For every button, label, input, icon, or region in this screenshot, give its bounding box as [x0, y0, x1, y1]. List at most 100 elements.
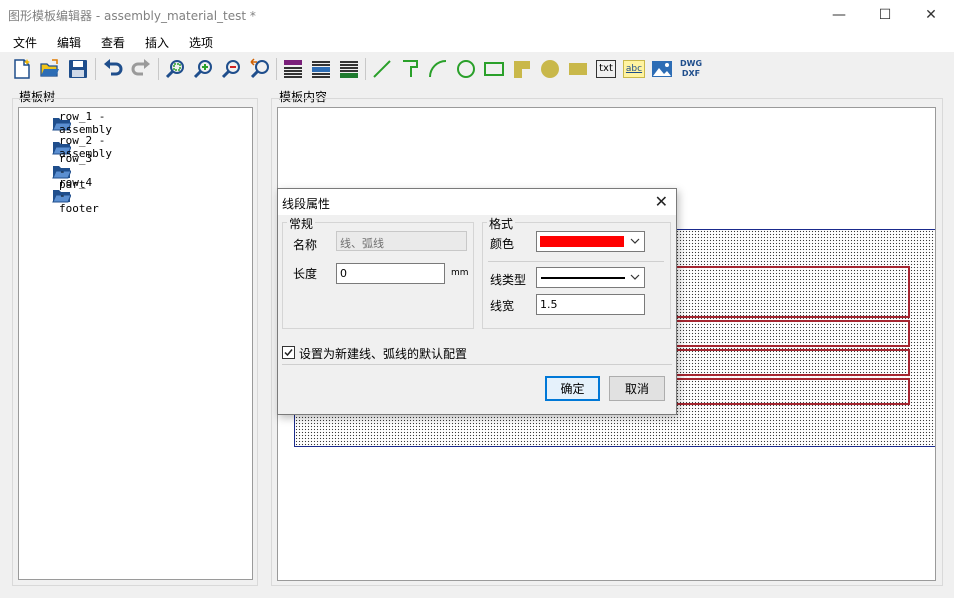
menu-view[interactable]: 查看	[101, 34, 125, 51]
new-file-button[interactable]	[10, 57, 34, 81]
menu-options[interactable]: 选项	[189, 34, 213, 51]
dxf-label: DXF	[681, 69, 701, 78]
linewidth-label: 线宽	[490, 299, 515, 313]
window-title: 图形模板编辑器 - assembly_material_test *	[8, 9, 256, 23]
rectangle-icon	[484, 62, 504, 76]
line-properties-dialog: 线段属性 ✕ 常规 名称 线、弧线 长度 0 mm 格式 颜色 线类型 线宽 1…	[277, 188, 677, 415]
filled-circle-icon	[541, 60, 559, 78]
redo-button[interactable]	[129, 57, 153, 81]
tree-item[interactable]: row_1 - assembly	[52, 110, 112, 136]
insert-image-button[interactable]	[650, 57, 674, 81]
template-tree[interactable]: row_1 - assembly row_2 - assembly row_3 …	[18, 107, 253, 580]
undo-icon	[104, 59, 123, 76]
open-file-button[interactable]	[38, 57, 62, 81]
chevron-down-icon	[630, 274, 640, 280]
import-dwg-dxf-button[interactable]: DWG DXF	[678, 57, 704, 81]
draw-filled-polygon-button[interactable]	[510, 57, 534, 81]
text-icon: txt	[596, 60, 616, 78]
maximize-button[interactable]: ☐	[862, 0, 908, 30]
general-group-title: 常规	[287, 215, 316, 232]
format-group-title: 格式	[487, 215, 516, 232]
color-label: 颜色	[490, 237, 515, 251]
length-label: 长度	[293, 267, 318, 281]
arc-icon	[429, 60, 447, 78]
row-3-box[interactable]	[670, 349, 910, 376]
color-swatch	[540, 236, 624, 247]
insert-footer-row-button[interactable]	[337, 57, 361, 81]
dialog-title-bar: 线段属性 ✕	[278, 189, 676, 215]
row-1-box[interactable]	[670, 266, 910, 318]
ok-button[interactable]: 确定	[545, 376, 600, 401]
insert-attribute-text-button[interactable]: abc	[622, 57, 646, 81]
row-4-box[interactable]	[670, 378, 910, 405]
tree-item[interactable]: row_4 - footer	[52, 176, 99, 215]
draw-circle-button[interactable]	[454, 57, 478, 81]
zoom-in-button[interactable]	[192, 57, 216, 81]
zoom-out-button[interactable]	[220, 57, 244, 81]
toolbar-separator	[158, 58, 159, 80]
dialog-title: 线段属性	[282, 197, 331, 211]
draw-filled-rectangle-button[interactable]	[566, 57, 590, 81]
name-field: 线、弧线	[336, 231, 467, 251]
zoom-fit-button[interactable]	[164, 57, 188, 81]
linewidth-field[interactable]: 1.5	[536, 294, 645, 315]
menu-file[interactable]: 文件	[13, 34, 37, 51]
save-icon	[69, 60, 87, 78]
insert-text-button[interactable]: txt	[594, 57, 618, 81]
chevron-down-icon	[630, 238, 640, 244]
toolbar-separator	[365, 58, 366, 80]
close-window-button[interactable]: ✕	[908, 0, 954, 30]
linetype-select[interactable]	[536, 267, 645, 288]
toolbar: txt abc DWG DXF	[0, 52, 954, 86]
new-file-icon	[14, 59, 30, 79]
toolbar-separator	[276, 58, 277, 80]
checkmark-icon	[284, 349, 293, 357]
draw-filled-circle-button[interactable]	[538, 57, 562, 81]
format-divider	[488, 261, 664, 262]
row-2-box[interactable]	[670, 320, 910, 347]
save-button[interactable]	[66, 57, 90, 81]
tree-item-label: row_1 - assembly	[59, 110, 112, 136]
zoom-previous-icon	[250, 58, 269, 79]
toolbar-separator	[95, 58, 96, 80]
menu-insert[interactable]: 插入	[145, 34, 169, 51]
color-select[interactable]	[536, 231, 645, 252]
name-label: 名称	[293, 238, 318, 252]
draw-arc-button[interactable]	[426, 57, 450, 81]
draw-line-button[interactable]	[370, 57, 394, 81]
table-header-icon	[284, 60, 302, 78]
length-field[interactable]: 0	[336, 263, 445, 284]
open-folder-icon	[40, 59, 59, 77]
insert-header-row-button[interactable]	[281, 57, 305, 81]
line-icon	[373, 60, 391, 78]
linetype-label: 线类型	[490, 273, 527, 287]
polyline-icon	[403, 60, 418, 77]
image-icon	[652, 61, 672, 77]
minimize-icon: —	[832, 7, 846, 23]
tree-item-label: row_4 - footer	[59, 175, 99, 215]
draw-rectangle-button[interactable]	[482, 57, 506, 81]
dialog-close-button[interactable]: ✕	[655, 192, 668, 211]
minimize-button[interactable]: —	[816, 0, 862, 30]
menu-bar: 文件 编辑 查看 插入 选项	[0, 30, 954, 52]
filled-polygon-icon	[514, 61, 530, 78]
default-config-checkbox[interactable]	[282, 346, 295, 359]
length-unit: mm	[451, 268, 469, 278]
zoom-in-icon	[193, 60, 212, 79]
default-config-label: 设置为新建线、弧线的默认配置	[299, 347, 468, 361]
insert-body-row-button[interactable]	[309, 57, 333, 81]
menu-edit[interactable]: 编辑	[57, 34, 81, 51]
table-body-icon	[312, 61, 330, 78]
zoom-out-icon	[221, 60, 240, 79]
solid-line-sample	[541, 277, 625, 279]
cancel-button[interactable]: 取消	[609, 376, 665, 401]
redo-icon	[131, 59, 150, 76]
dialog-divider	[282, 364, 672, 365]
draw-polyline-button[interactable]	[398, 57, 422, 81]
maximize-icon: ☐	[878, 7, 892, 23]
dwg-label: DWG	[679, 59, 703, 68]
table-footer-icon	[340, 61, 358, 78]
zoom-previous-button[interactable]	[248, 57, 272, 81]
undo-button[interactable]	[101, 57, 125, 81]
filled-rectangle-icon	[569, 63, 587, 75]
